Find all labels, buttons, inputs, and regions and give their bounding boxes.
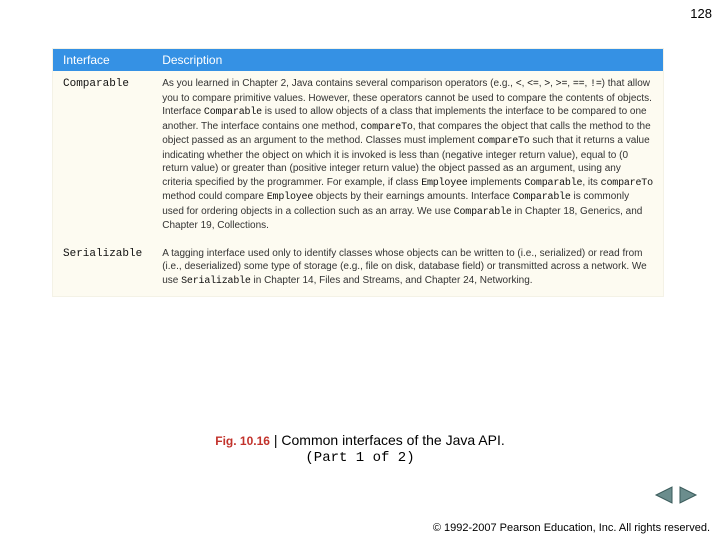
interfaces-table: Interface Description ComparableAs you l… [52,48,664,297]
next-arrow-icon[interactable] [678,485,700,505]
page-number: 128 [690,6,712,21]
interface-name: Comparable [53,71,152,241]
interface-name: Serializable [53,241,152,297]
figure-sep: | [270,432,281,448]
figure-title: Common interfaces of the Java API. [281,432,504,448]
header-interface: Interface [53,49,152,71]
copyright-text: © 1992-2007 Pearson Education, Inc. All … [433,522,710,534]
header-description: Description [152,49,663,71]
interface-description: A tagging interface used only to identif… [152,241,663,297]
figure-number: Fig. 10.16 [215,434,270,448]
table-header-row: Interface Description [53,49,663,71]
figure-part: (Part 1 of 2) [0,450,720,466]
prev-arrow-icon[interactable] [652,485,674,505]
figure-caption: Fig. 10.16 | Common interfaces of the Ja… [0,432,720,466]
table-row: ComparableAs you learned in Chapter 2, J… [53,71,663,241]
nav-arrows [652,485,700,510]
table-row: SerializableA tagging interface used onl… [53,241,663,297]
interface-description: As you learned in Chapter 2, Java contai… [152,71,663,241]
